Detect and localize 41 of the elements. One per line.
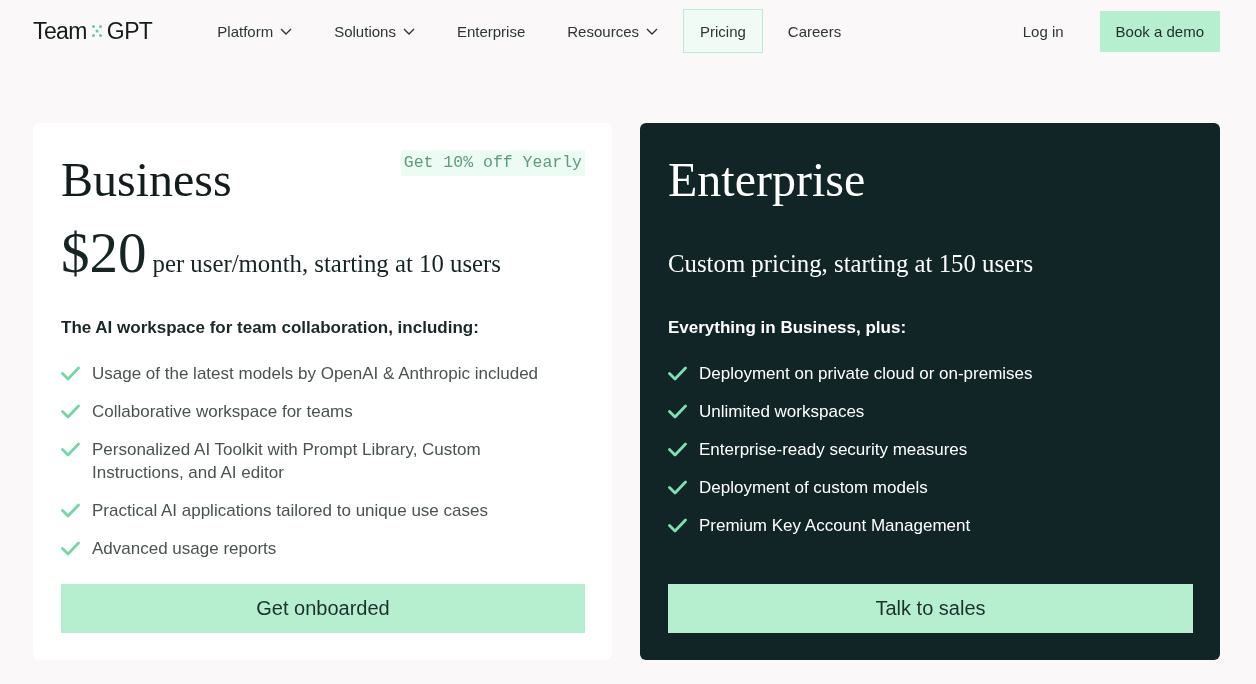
check-icon xyxy=(668,480,687,496)
feature-text: Unlimited workspaces xyxy=(699,401,865,424)
check-icon xyxy=(61,404,80,420)
discount-badge: Get 10% off Yearly xyxy=(400,150,585,176)
nav-link[interactable]: Careers xyxy=(770,9,859,53)
feature-text: Collaborative workspace for teams xyxy=(92,401,353,424)
feature-text: Deployment on private cloud or on-premises xyxy=(699,363,1033,386)
plan-cta-button[interactable]: Get onboarded xyxy=(61,584,585,633)
plan-cta-button[interactable]: Talk to sales xyxy=(668,584,1193,633)
check-icon xyxy=(61,541,80,557)
check-icon xyxy=(668,404,687,420)
feature-text: Advanced usage reports xyxy=(92,538,277,561)
nav-link[interactable]: Pricing xyxy=(683,9,763,53)
check-icon xyxy=(61,442,80,458)
check-icon xyxy=(668,442,687,458)
nav-link[interactable]: Solutions xyxy=(317,9,432,53)
feature-text: Usage of the latest models by OpenAI & Anthropic included xyxy=(92,363,539,386)
check-icon xyxy=(668,366,687,382)
feature-text: Enterprise-ready security measures xyxy=(699,439,968,462)
nav-link[interactable]: Enterprise xyxy=(439,9,543,53)
logo-text: Team xyxy=(33,17,87,45)
feature-text: Premium Key Account Management xyxy=(699,515,971,538)
check-icon xyxy=(61,366,80,382)
check-icon xyxy=(61,503,80,519)
price-amount: $20 xyxy=(61,221,147,285)
feature-text: Deployment of custom models xyxy=(699,477,928,500)
price-note: Custom pricing, starting at 150 users xyxy=(668,250,1034,278)
check-icon xyxy=(668,518,687,534)
logo-text: GPT xyxy=(106,17,153,45)
feature-text: Personalized AI Toolkit with Prompt Library, Custom Instructions, and AI editor xyxy=(92,439,482,485)
book-demo-button[interactable]: Book a demo xyxy=(1099,10,1220,52)
features-heading: The AI workspace for team collaboration, including: xyxy=(61,317,480,340)
price-note: per user/month, starting at 10 users xyxy=(152,250,501,278)
nav-link[interactable]: Platform xyxy=(200,9,310,53)
features-heading: Everything in Business, plus: xyxy=(668,317,908,340)
dots-logo-icon xyxy=(91,25,102,37)
plan-title: Business xyxy=(61,152,232,208)
feature-text: Practical AI applications tailored to unique use cases xyxy=(92,500,488,523)
nav-link[interactable]: Resources xyxy=(550,9,675,53)
login-link[interactable]: Log in xyxy=(1006,22,1080,40)
plan-title: Enterprise xyxy=(668,152,866,208)
